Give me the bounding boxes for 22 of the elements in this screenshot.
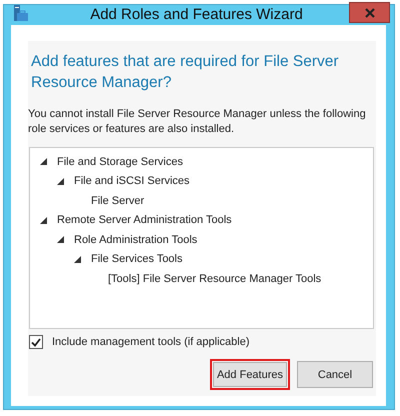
- expanded-triangle-icon[interactable]: [57, 236, 64, 244]
- dialog-message: You cannot install File Server Resource Manager unless the following role services or features are also installed.: [28, 107, 367, 137]
- checkbox-label: Include management tools (if applicable): [52, 336, 250, 348]
- dialog-button[interactable]: Add Features: [210, 359, 290, 390]
- checkbox[interactable]: [29, 335, 43, 349]
- expanded-triangle-icon[interactable]: [40, 158, 47, 166]
- tree-item[interactable]: Remote Server Administration Tools: [57, 214, 232, 226]
- tree-item[interactable]: Role Administration Tools: [74, 234, 198, 246]
- tree-item[interactable]: File Server: [91, 194, 144, 207]
- dialog-heading: Add features that are required for File Server Resource Manager?: [30, 52, 340, 93]
- expanded-triangle-icon[interactable]: [74, 256, 81, 263]
- window-title: Add Roles and Features Wizard: [89, 6, 304, 22]
- close-icon: [364, 8, 374, 18]
- close-button[interactable]: [349, 2, 390, 23]
- tree-item[interactable]: [Tools] File Server Resource Manager Tools: [108, 272, 322, 285]
- expanded-triangle-icon[interactable]: [40, 216, 47, 224]
- tree-item[interactable]: File and Storage Services: [57, 156, 183, 168]
- tree-item[interactable]: File and iSCSI Services: [74, 175, 190, 188]
- dialog-button[interactable]: Cancel: [297, 361, 373, 388]
- tree-item[interactable]: File Services Tools: [91, 253, 182, 266]
- expanded-triangle-icon[interactable]: [57, 178, 64, 185]
- server-toolbox-icon: [13, 5, 29, 23]
